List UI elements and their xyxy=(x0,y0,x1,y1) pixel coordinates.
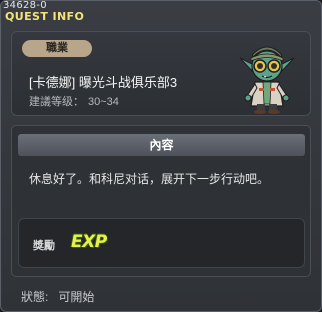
npc-portrait-icon xyxy=(239,46,295,114)
reward-label: 獎勵 xyxy=(33,240,55,252)
content-header: 內容 xyxy=(18,134,305,156)
quest-name: [卡德娜] 曝光斗战俱乐部3 xyxy=(29,75,178,90)
window-title: QUEST INFO xyxy=(5,10,85,23)
job-badge: 職業 xyxy=(22,40,92,57)
reward-box: 獎勵 EXP xyxy=(18,218,305,268)
quest-info-window: 34628-0 QUEST INFO 職業 [卡德娜] 曝光斗战俱乐部3 建議等… xyxy=(0,0,322,312)
quest-status: 狀態: 可開始 xyxy=(21,288,94,305)
exp-icon: EXP xyxy=(71,232,107,252)
quest-info-panel: 職業 [卡德娜] 曝光斗战俱乐部3 建議等级： 30~34 xyxy=(11,31,311,116)
status-label: 狀態: xyxy=(21,290,49,304)
content-text: 休息好了。和科尼对话，展开下一步行动吧。 xyxy=(29,172,270,186)
level-label: 建議等级： xyxy=(29,96,84,108)
status-value: 可開始 xyxy=(58,290,95,304)
level-range: 30~34 xyxy=(88,96,119,108)
recommended-level: 建議等级： 30~34 xyxy=(29,93,119,109)
quest-content-panel: 內容 休息好了。和科尼对话，展开下一步行动吧。 獎勵 EXP xyxy=(11,125,311,277)
